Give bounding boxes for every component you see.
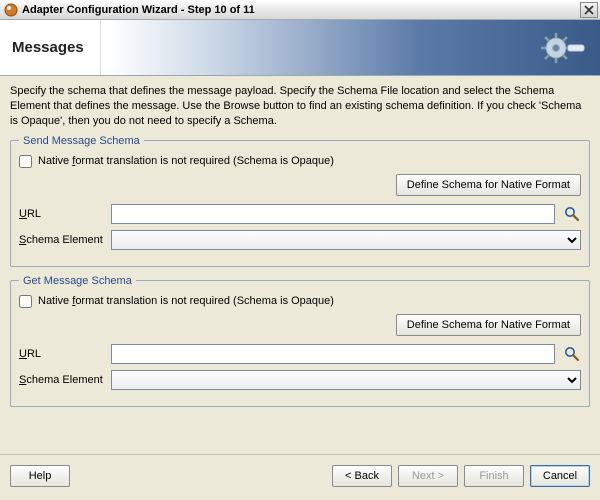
next-button: Next > <box>398 465 458 487</box>
back-button[interactable]: < Back <box>332 465 392 487</box>
get-browse-icon[interactable] <box>563 345 581 363</box>
get-opaque-checkbox[interactable] <box>19 295 32 308</box>
close-button[interactable] <box>580 2 598 18</box>
wizard-header: Messages <box>0 20 600 76</box>
get-url-label: URL <box>19 348 103 360</box>
get-schema-element-select[interactable] <box>111 370 581 390</box>
send-opaque-checkbox[interactable] <box>19 155 32 168</box>
send-schema-element-select[interactable] <box>111 230 581 250</box>
send-schema-element-label: Schema Element <box>19 234 103 246</box>
page-title: Messages <box>0 20 101 75</box>
get-url-input[interactable] <box>111 344 555 364</box>
get-define-schema-button[interactable]: Define Schema for Native Format <box>396 314 581 336</box>
gear-icon <box>536 26 586 70</box>
send-define-schema-button[interactable]: Define Schema for Native Format <box>396 174 581 196</box>
send-opaque-label[interactable]: Native format translation is not require… <box>38 155 334 167</box>
get-schema-legend: Get Message Schema <box>19 275 136 287</box>
intro-text: Specify the schema that defines the mess… <box>10 84 590 129</box>
send-browse-icon[interactable] <box>563 205 581 223</box>
send-url-input[interactable] <box>111 204 555 224</box>
window-title: Adapter Configuration Wizard - Step 10 o… <box>22 4 580 16</box>
send-url-label: URL <box>19 208 103 220</box>
app-icon <box>4 3 18 17</box>
cancel-button[interactable]: Cancel <box>530 465 590 487</box>
get-opaque-label[interactable]: Native format translation is not require… <box>38 295 334 307</box>
wizard-footer: Help < Back Next > Finish Cancel <box>0 454 600 496</box>
finish-button: Finish <box>464 465 524 487</box>
wizard-content: Specify the schema that defines the mess… <box>0 76 600 454</box>
send-schema-group: Send Message Schema Native format transl… <box>10 135 590 267</box>
get-schema-group: Get Message Schema Native format transla… <box>10 275 590 407</box>
titlebar: Adapter Configuration Wizard - Step 10 o… <box>0 0 600 20</box>
get-schema-element-label: Schema Element <box>19 374 103 386</box>
send-schema-legend: Send Message Schema <box>19 135 144 147</box>
help-button[interactable]: Help <box>10 465 70 487</box>
